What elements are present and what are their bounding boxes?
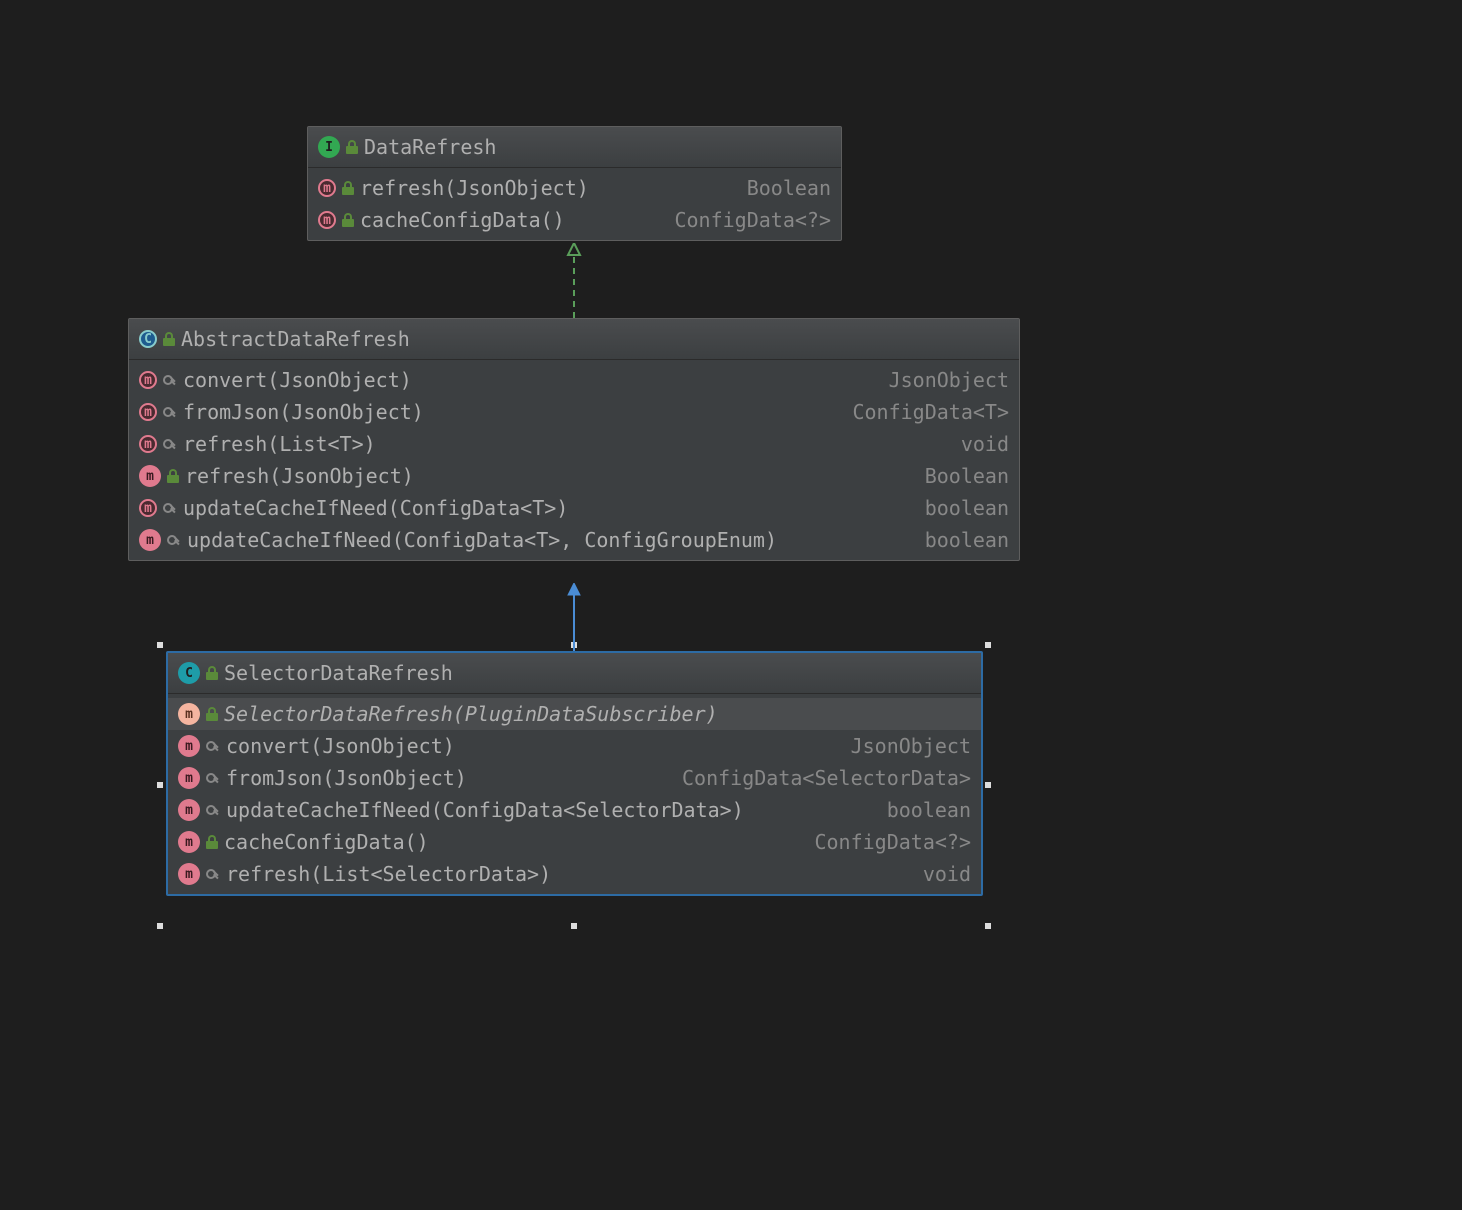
class-header: I DataRefresh xyxy=(308,127,841,168)
member-return-type: ConfigData<T> xyxy=(852,400,1009,424)
key-icon xyxy=(163,405,177,419)
lock-icon xyxy=(342,181,354,195)
resize-handle[interactable] xyxy=(571,923,577,929)
member-row[interactable]: m fromJson(JsonObject) ConfigData<T> xyxy=(129,396,1019,428)
method-icon: m xyxy=(178,703,200,725)
resize-handle[interactable] xyxy=(157,923,163,929)
member-signature: convert(JsonObject) xyxy=(226,734,825,758)
method-icon: m xyxy=(318,211,336,229)
lock-icon xyxy=(206,835,218,849)
member-return-type: void xyxy=(961,432,1009,456)
class-box-abstract[interactable]: C AbstractDataRefresh m convert(JsonObjec… xyxy=(128,318,1020,561)
class-box-interface[interactable]: I DataRefresh m refresh(JsonObject) Boolea… xyxy=(307,126,842,241)
member-signature: fromJson(JsonObject) xyxy=(183,400,826,424)
resize-handle[interactable] xyxy=(985,923,991,929)
member-row[interactable]: m SelectorDataRefresh(PluginDataSubscribe… xyxy=(168,698,981,730)
member-return-type: ConfigData<?> xyxy=(814,830,971,854)
lock-icon xyxy=(206,707,218,721)
class-title: AbstractDataRefresh xyxy=(181,327,410,351)
method-icon: m xyxy=(318,179,336,197)
member-return-type: JsonObject xyxy=(851,734,971,758)
member-return-type: Boolean xyxy=(925,464,1009,488)
lock-icon xyxy=(163,332,175,346)
member-signature: refresh(JsonObject) xyxy=(360,176,721,200)
class-title: SelectorDataRefresh xyxy=(224,661,453,685)
member-row[interactable]: m convert(JsonObject) JsonObject xyxy=(168,730,981,762)
resize-handle[interactable] xyxy=(985,782,991,788)
lock-icon xyxy=(346,140,358,154)
key-icon xyxy=(163,373,177,387)
member-return-type: JsonObject xyxy=(889,368,1009,392)
method-icon: m xyxy=(178,767,200,789)
member-row[interactable]: m cacheConfigData() ConfigData<?> xyxy=(308,204,841,236)
member-signature: updateCacheIfNeed(ConfigData<T>, ConfigG… xyxy=(187,528,899,552)
member-return-type: boolean xyxy=(887,798,971,822)
extends-arrow xyxy=(564,583,584,651)
class-header: C SelectorDataRefresh xyxy=(168,653,981,694)
key-icon xyxy=(206,739,220,753)
class-body: m refresh(JsonObject) Boolean m cacheConfigD… xyxy=(308,168,841,240)
member-row[interactable]: m refresh(List<SelectorData>) void xyxy=(168,858,981,890)
key-icon xyxy=(206,771,220,785)
resize-handle[interactable] xyxy=(571,642,577,648)
method-icon: m xyxy=(178,735,200,757)
method-icon: m xyxy=(139,371,157,389)
interface-icon: I xyxy=(318,136,340,158)
member-signature: SelectorDataRefresh(PluginDataSubscriber… xyxy=(224,702,971,726)
method-icon: m xyxy=(139,435,157,453)
member-signature: convert(JsonObject) xyxy=(183,368,863,392)
method-icon: m xyxy=(139,529,161,551)
member-signature: fromJson(JsonObject) xyxy=(226,766,656,790)
abstract-class-icon: C xyxy=(139,330,157,348)
member-signature: cacheConfigData() xyxy=(360,208,648,232)
method-icon: m xyxy=(178,831,200,853)
lock-icon xyxy=(167,469,179,483)
member-return-type: boolean xyxy=(925,528,1009,552)
member-row[interactable]: m updateCacheIfNeed(ConfigData<SelectorDa… xyxy=(168,794,981,826)
member-row[interactable]: m updateCacheIfNeed(ConfigData<T>, Config… xyxy=(129,524,1019,556)
class-body: m SelectorDataRefresh(PluginDataSubscribe… xyxy=(168,694,981,894)
implements-arrow xyxy=(564,243,584,318)
method-icon: m xyxy=(178,863,200,885)
resize-handle[interactable] xyxy=(157,782,163,788)
member-signature: cacheConfigData() xyxy=(224,830,788,854)
member-return-type: void xyxy=(923,862,971,886)
member-row[interactable]: m convert(JsonObject) JsonObject xyxy=(129,364,1019,396)
class-title: DataRefresh xyxy=(364,135,496,159)
method-icon: m xyxy=(139,499,157,517)
member-signature: refresh(JsonObject) xyxy=(185,464,899,488)
key-icon xyxy=(167,533,181,547)
key-icon xyxy=(163,501,177,515)
lock-icon xyxy=(342,213,354,227)
member-row[interactable]: m refresh(JsonObject) Boolean xyxy=(308,172,841,204)
resize-handle[interactable] xyxy=(157,642,163,648)
member-row[interactable]: m updateCacheIfNeed(ConfigData<T>) boolean xyxy=(129,492,1019,524)
class-box-concrete[interactable]: C SelectorDataRefresh m SelectorDataRefre… xyxy=(166,651,983,896)
member-row[interactable]: m cacheConfigData() ConfigData<?> xyxy=(168,826,981,858)
class-icon: C xyxy=(178,662,200,684)
key-icon xyxy=(163,437,177,451)
method-icon: m xyxy=(178,799,200,821)
member-signature: refresh(List<SelectorData>) xyxy=(226,862,897,886)
member-row[interactable]: m refresh(List<T>) void xyxy=(129,428,1019,460)
member-signature: refresh(List<T>) xyxy=(183,432,935,456)
member-return-type: ConfigData<?> xyxy=(674,208,831,232)
class-body: m convert(JsonObject) JsonObject m fromJson(… xyxy=(129,360,1019,560)
method-icon: m xyxy=(139,403,157,421)
member-signature: updateCacheIfNeed(ConfigData<T>) xyxy=(183,496,899,520)
key-icon xyxy=(206,867,220,881)
member-return-type: ConfigData<SelectorData> xyxy=(682,766,971,790)
member-signature: updateCacheIfNeed(ConfigData<SelectorDat… xyxy=(226,798,861,822)
class-header: C AbstractDataRefresh xyxy=(129,319,1019,360)
member-return-type: boolean xyxy=(925,496,1009,520)
member-row[interactable]: m fromJson(JsonObject) ConfigData<Selector… xyxy=(168,762,981,794)
member-row[interactable]: m refresh(JsonObject) Boolean xyxy=(129,460,1019,492)
resize-handle[interactable] xyxy=(985,642,991,648)
key-icon xyxy=(206,803,220,817)
lock-icon xyxy=(206,666,218,680)
method-icon: m xyxy=(139,465,161,487)
member-return-type: Boolean xyxy=(747,176,831,200)
